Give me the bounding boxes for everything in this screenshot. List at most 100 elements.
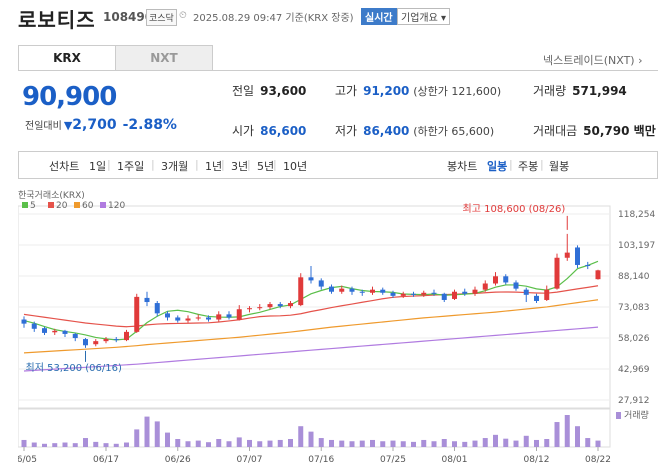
volume-bar xyxy=(42,443,47,447)
exchange-tabs: KRX NXT xyxy=(18,45,213,71)
volume-bar xyxy=(216,439,222,447)
legend-swatch xyxy=(74,202,80,208)
volume-bar xyxy=(431,441,437,447)
candle-body xyxy=(534,295,539,301)
y-tick-label: 73,083 xyxy=(618,303,650,313)
x-tick-label: 06/26 xyxy=(165,455,191,465)
legend-label: 20 xyxy=(56,201,68,211)
x-tick-label: 08/01 xyxy=(442,455,468,465)
quote-datetime: 2025.08.29 09:47 기준(KRX 장중) xyxy=(193,13,354,24)
volume-bar xyxy=(585,438,591,447)
candle-body xyxy=(390,292,396,296)
legend-label: 5 xyxy=(30,201,36,211)
candle-body xyxy=(595,270,601,280)
quote-high: 고가 91,200 (상한가 121,600) xyxy=(335,84,502,98)
period-10y[interactable]: 10년 xyxy=(283,158,307,174)
candle-body xyxy=(575,247,580,265)
chart-period-bar: 선차트 1일 | 1주일 | 3개월 | 1년 | 3년 | 5년 | 10년 … xyxy=(18,151,658,179)
volume-bar xyxy=(329,439,334,447)
y-tick-label: 42,969 xyxy=(618,365,650,375)
candle-body xyxy=(31,323,37,329)
line-chart-label: 선차트 xyxy=(49,160,80,173)
volume-bar xyxy=(83,438,88,447)
tab-nxt[interactable]: NXT xyxy=(115,45,213,71)
volume-bar xyxy=(277,439,283,447)
candle-body xyxy=(113,339,119,341)
candle-body xyxy=(523,289,529,295)
volume-bar xyxy=(247,439,252,447)
source-label: 한국거래소(KRX) xyxy=(18,190,85,201)
sep: | xyxy=(107,158,111,171)
candle-body xyxy=(236,309,242,320)
low-annotation: 최저 53,200 (06/16) xyxy=(26,362,122,374)
quote-prev: 전일 93,600 xyxy=(232,84,307,98)
period-1w[interactable]: 1주일 xyxy=(117,158,144,174)
volume-bar xyxy=(257,441,263,447)
tab-krx[interactable]: KRX xyxy=(18,45,116,71)
period-1d[interactable]: 1일 xyxy=(89,158,106,174)
x-tick-label: 08/22 xyxy=(585,455,611,465)
candle-body xyxy=(472,289,478,294)
volume-bar xyxy=(523,435,529,447)
market-badge: 코스닥 xyxy=(146,9,177,26)
period-3y[interactable]: 3년 xyxy=(231,158,248,174)
quote-open: 시가 86,600 xyxy=(232,124,307,138)
volume-legend-swatch xyxy=(616,412,621,419)
volume-bar xyxy=(195,440,201,447)
candle-body xyxy=(165,313,170,318)
legend-label: 120 xyxy=(108,201,125,211)
candle-body xyxy=(124,331,129,341)
candle-body xyxy=(257,307,263,309)
candle-body xyxy=(318,280,324,287)
period-5y[interactable]: 5년 xyxy=(257,158,274,174)
volume-bar xyxy=(52,443,58,447)
volume-bar xyxy=(21,439,27,447)
price-change: 전일대비 ▼2,700 -2.88% xyxy=(25,117,177,133)
candle-body xyxy=(380,289,386,293)
volume-bar xyxy=(400,441,406,447)
price-chart[interactable]: 118,254 103,197 88,140 73,083 58,026 42,969 27… xyxy=(18,185,670,475)
candle-body xyxy=(564,252,570,258)
candle-body xyxy=(288,303,293,307)
sep: | xyxy=(151,158,155,171)
candle-body xyxy=(411,293,416,295)
period-monthly[interactable]: 월봉 xyxy=(549,158,569,174)
candle-body xyxy=(103,339,109,342)
period-1y[interactable]: 1년 xyxy=(205,158,222,174)
quote-amount: 거래대금 50,790 백만 xyxy=(533,124,656,138)
candle-body xyxy=(83,339,88,346)
x-tick-label: 06/05 xyxy=(18,455,37,465)
candle-body xyxy=(441,293,447,300)
realtime-button[interactable]: 실시간 xyxy=(361,8,397,25)
volume-bar xyxy=(124,442,129,447)
volume-bar xyxy=(154,421,160,447)
candle-body xyxy=(206,317,211,320)
candle-body xyxy=(175,317,181,321)
nextrade-link[interactable]: 넥스트레이드(NXT) › xyxy=(543,52,643,68)
volume-bar xyxy=(339,440,345,447)
volume-bar xyxy=(493,434,498,447)
period-weekly[interactable]: 주봉 xyxy=(518,158,538,174)
volume-bar xyxy=(267,440,273,447)
candle-body xyxy=(226,314,232,318)
legend-label: 60 xyxy=(82,201,94,211)
candle-body xyxy=(21,319,27,324)
candle-body xyxy=(329,286,334,292)
candle-body xyxy=(308,277,314,281)
volume-bar xyxy=(595,440,601,447)
volume-bar xyxy=(318,438,324,447)
candle-body xyxy=(554,257,560,289)
period-3m[interactable]: 3개월 xyxy=(161,158,188,174)
stock-name: 로보티즈 xyxy=(18,8,96,32)
volume-bar xyxy=(349,441,355,447)
ma60-line xyxy=(23,299,599,354)
period-daily[interactable]: 일봉 xyxy=(487,158,507,174)
current-price: 90,900 xyxy=(22,82,117,112)
company-info-dropdown[interactable]: 기업개요 ▾ xyxy=(397,8,450,25)
volume-bar xyxy=(544,439,550,447)
volume-frame xyxy=(18,408,611,448)
candle-body xyxy=(267,304,273,308)
volume-bar xyxy=(103,443,109,447)
volume-bar xyxy=(513,440,519,447)
volume-bar xyxy=(441,439,447,447)
